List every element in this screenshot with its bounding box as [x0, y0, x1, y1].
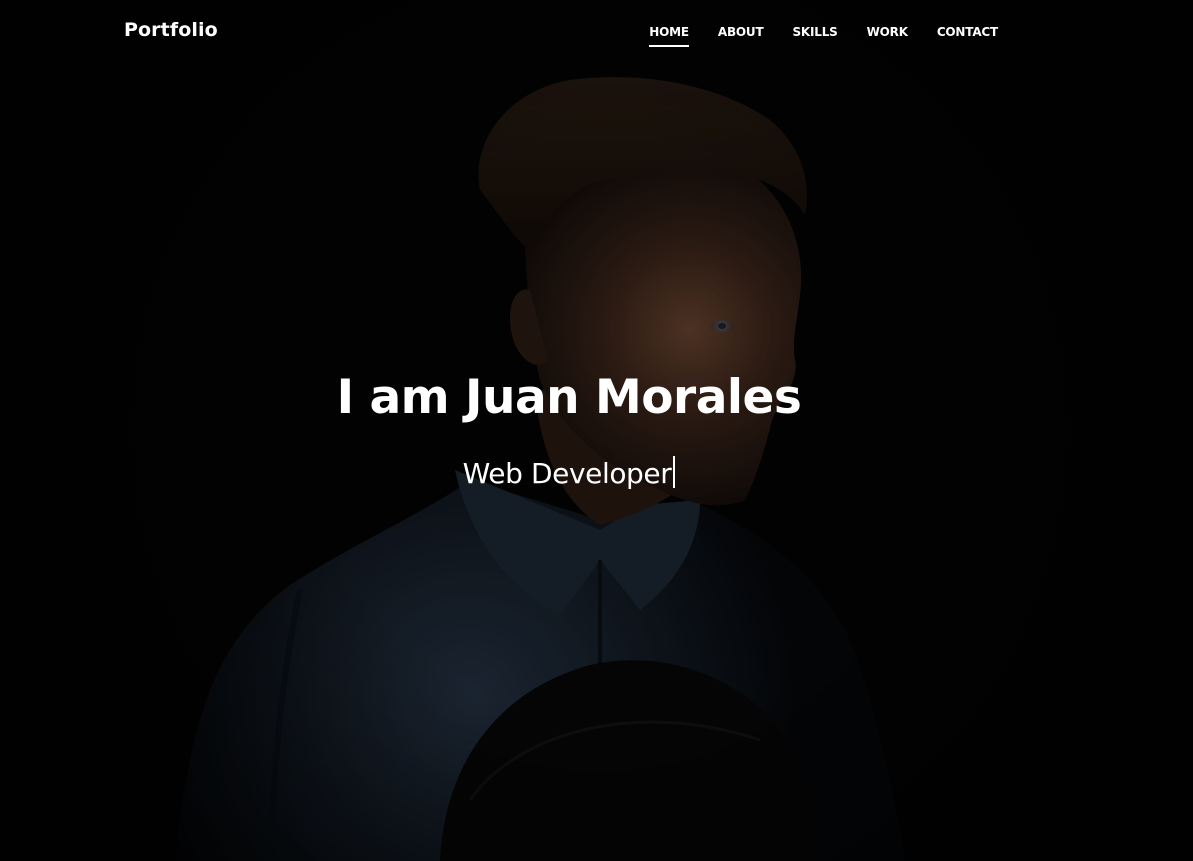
hero-role-text: Web Developer [462, 457, 672, 490]
hero-role-line: Web Developer [0, 454, 1138, 494]
brand-logo-link[interactable]: Portfolio [124, 19, 218, 41]
nav-link-skills[interactable]: SKILLS [792, 25, 837, 40]
nav-link-about[interactable]: ABOUT [718, 25, 764, 40]
nav-item-work: WORK [867, 25, 908, 40]
nav-item-contact: CONTACT [937, 25, 998, 40]
nav-item-about: ABOUT [718, 25, 764, 40]
nav-item-skills: SKILLS [792, 25, 837, 40]
nav-link-contact[interactable]: CONTACT [937, 25, 998, 40]
nav-link-work[interactable]: WORK [867, 25, 908, 40]
nav-item-home: HOME [649, 25, 689, 47]
hero-headline: I am Juan Morales [336, 370, 802, 425]
typing-cursor [673, 456, 676, 488]
hero-background-photo [0, 0, 1193, 861]
hero-section: Portfolio HOME ABOUT SKILLS WORK CONTACT… [0, 0, 1193, 861]
nav-menu: HOME ABOUT SKILLS WORK CONTACT [649, 25, 998, 47]
nav-link-home[interactable]: HOME [649, 25, 689, 47]
top-navbar: Portfolio HOME ABOUT SKILLS WORK CONTACT [0, 0, 1193, 64]
